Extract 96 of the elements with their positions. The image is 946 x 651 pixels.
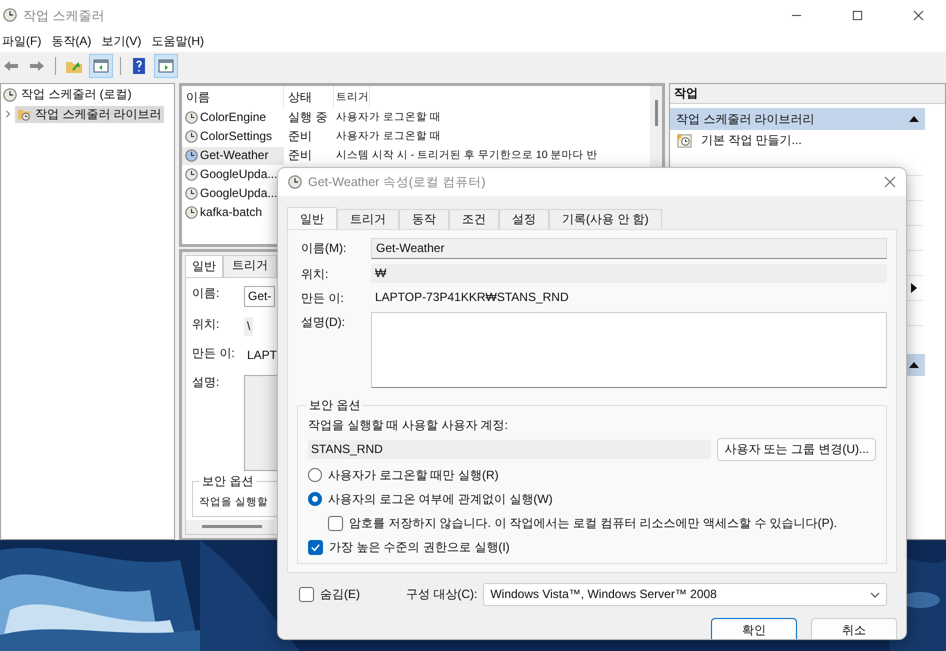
check-icon bbox=[310, 542, 321, 552]
dialog-button[interactable]: 취소 bbox=[811, 618, 897, 639]
task-name[interactable]: ColorSettings bbox=[182, 128, 284, 146]
column-header[interactable]: 트리거 bbox=[334, 86, 370, 108]
pane-toggle-icon[interactable] bbox=[89, 54, 113, 78]
submenu-arrow-icon[interactable] bbox=[911, 283, 917, 293]
scrollbar[interactable] bbox=[186, 520, 274, 534]
location-field: \ bbox=[244, 317, 254, 336]
task-name[interactable]: Get-Weather bbox=[182, 146, 284, 164]
field-label: 위치: bbox=[300, 266, 330, 282]
radio-button[interactable] bbox=[308, 468, 322, 482]
field-label: 설명: bbox=[192, 375, 220, 391]
clock-icon bbox=[3, 88, 17, 102]
field-label: 이름: bbox=[192, 286, 220, 302]
task-name[interactable]: ColorEngine bbox=[182, 108, 284, 126]
close-icon[interactable] bbox=[884, 176, 896, 188]
radio-button[interactable] bbox=[308, 492, 322, 506]
collapse-arrow-icon[interactable] bbox=[909, 362, 919, 368]
field-label: 만든 이: bbox=[192, 346, 236, 362]
option-label: 사용자의 로그온 여부에 관계없이 실행(W) bbox=[328, 492, 553, 506]
task-status: 실행 중 bbox=[287, 110, 328, 125]
field-label: 위치: bbox=[192, 317, 220, 333]
author-text: LAPTOP-73P41KKR₩STANS_RND bbox=[374, 289, 570, 306]
task-status: 준비 bbox=[287, 148, 313, 163]
clock-icon bbox=[185, 149, 198, 162]
column-header[interactable]: 이름 bbox=[182, 86, 284, 108]
task-trigger: 시스템 시작 시 - 트리거된 후 무기한으로 10 분마다 반 bbox=[335, 148, 598, 163]
collapse-arrow-icon[interactable] bbox=[909, 116, 919, 122]
name-field[interactable]: Get- bbox=[244, 286, 276, 307]
location-field: ₩ bbox=[371, 264, 887, 283]
tree-item[interactable]: 작업 스케줄러 (로컬) bbox=[1, 86, 134, 103]
tab[interactable]: 동작 bbox=[399, 209, 449, 229]
dialog-button[interactable]: 확인 bbox=[711, 618, 797, 639]
option-label: 가장 높은 수준의 권한으로 실행(I) bbox=[329, 540, 510, 554]
checkbox[interactable] bbox=[299, 587, 314, 602]
tab[interactable]: 일반 bbox=[185, 255, 223, 277]
group-title: 보안 옵션 bbox=[306, 398, 364, 413]
section-title: 작업 스케줄러 라이브러리 bbox=[676, 112, 815, 126]
maximize-icon[interactable] bbox=[852, 10, 863, 20]
section-header[interactable]: 작업 스케줄러 라이브러리 bbox=[670, 108, 925, 130]
menu-item[interactable]: 보기(V) bbox=[99, 34, 148, 48]
chevron-icon[interactable] bbox=[4, 110, 12, 118]
folder-clock-icon bbox=[17, 107, 31, 121]
task-status: 준비 bbox=[287, 129, 313, 144]
tab[interactable]: 조건 bbox=[449, 209, 499, 229]
task-name[interactable]: kafka-batch bbox=[182, 204, 284, 222]
action-label: 기본 작업 만들기... bbox=[701, 133, 802, 148]
option-label: 암호를 저장하지 않습니다. 이 작업에서는 로컬 컴퓨터 리소스에만 액세스할 수 있습니다(P). bbox=[349, 516, 838, 530]
option-label: 사용자가 로그온할 때만 실행(R) bbox=[328, 468, 499, 482]
field-label: 만든 이: bbox=[300, 290, 345, 306]
account-label: 작업을 실행할 때 사용할 사용자 계정: bbox=[308, 418, 510, 433]
checkbox[interactable] bbox=[328, 516, 343, 530]
name-field[interactable]: Get-Weather bbox=[371, 238, 887, 259]
group-title: 보안 옵션 bbox=[199, 474, 256, 489]
tab[interactable]: 트리거 bbox=[337, 209, 399, 229]
close-icon[interactable] bbox=[913, 10, 924, 20]
pane-title: 작업 bbox=[670, 84, 945, 104]
field-label: 설명(D): bbox=[300, 314, 346, 330]
menu-item[interactable]: 파일(F) bbox=[0, 34, 48, 48]
action-item[interactable]: 기본 작업 만들기... bbox=[670, 130, 945, 151]
clock-icon bbox=[185, 168, 198, 181]
account-label: 작업을 실행할 bbox=[199, 496, 268, 508]
task-trigger: 사용자가 로그온할 때 bbox=[335, 129, 441, 144]
menu-item[interactable]: 동작(A) bbox=[49, 34, 98, 48]
menu-item[interactable]: 도움말(H) bbox=[149, 34, 210, 48]
new-task-icon bbox=[676, 132, 693, 149]
task-name[interactable]: GoogleUpda... bbox=[182, 166, 284, 184]
task-name[interactable]: GoogleUpda... bbox=[182, 184, 284, 202]
column-header[interactable]: 상태 bbox=[284, 86, 334, 108]
task-trigger: 사용자가 로그온할 때 bbox=[335, 110, 441, 125]
tab[interactable]: 트리거 bbox=[223, 255, 277, 277]
description-field[interactable] bbox=[371, 312, 887, 388]
clock-icon bbox=[288, 175, 302, 189]
clock-icon bbox=[185, 130, 198, 143]
tree-item[interactable]: 작업 스케줄러 라이브러 bbox=[15, 106, 164, 122]
checkbox[interactable] bbox=[308, 540, 323, 554]
tree-label: 작업 스케줄러 라이브러 bbox=[35, 106, 162, 122]
window-title: 작업 스케줄러 bbox=[23, 8, 105, 22]
author-text: LAPT bbox=[246, 347, 278, 364]
caret-icon bbox=[870, 592, 880, 598]
tab[interactable]: 설정 bbox=[499, 209, 549, 229]
clock-icon bbox=[185, 206, 198, 219]
dialog-title: Get-Weather 속성(로컬 컴퓨터) bbox=[308, 174, 486, 190]
account-field: STANS_RND bbox=[308, 440, 712, 459]
tab[interactable]: 일반 bbox=[287, 207, 337, 229]
option-label: 숨김(E) bbox=[320, 587, 361, 602]
change-user-button[interactable]: 사용자 또는 그룹 변경(U)... bbox=[717, 438, 876, 461]
configure-dropdown[interactable]: Windows Vista™, Windows Server™ 2008 bbox=[483, 583, 887, 606]
clock-icon bbox=[185, 111, 198, 124]
field-label: 구성 대상(C): bbox=[406, 587, 478, 602]
tree-label: 작업 스케줄러 (로컬) bbox=[21, 87, 132, 102]
field-label: 이름(M): bbox=[300, 240, 348, 256]
tab[interactable]: 기록(사용 안 함) bbox=[549, 209, 662, 229]
pane-toggle-icon[interactable] bbox=[154, 54, 178, 78]
clock-icon bbox=[185, 187, 198, 200]
clock-icon bbox=[3, 8, 17, 22]
